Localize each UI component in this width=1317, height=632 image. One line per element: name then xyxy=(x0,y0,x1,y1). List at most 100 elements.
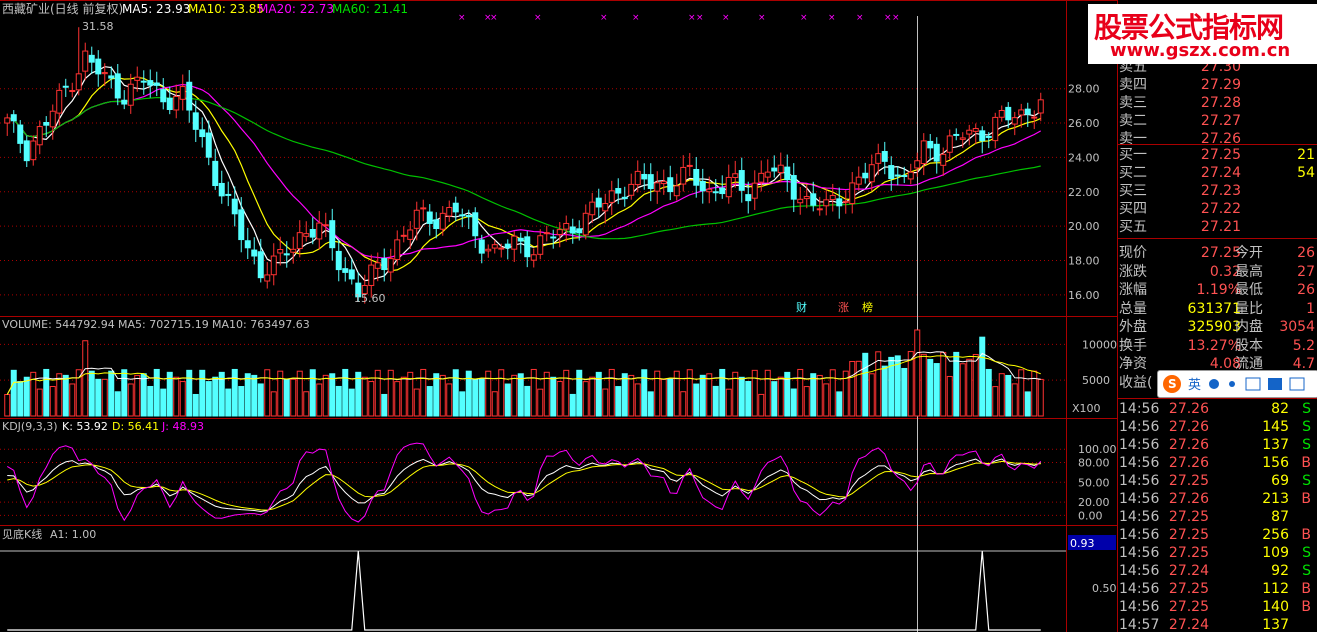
candle-body xyxy=(504,243,511,249)
tick-time: 14:57 xyxy=(1119,617,1160,632)
candle-body xyxy=(667,177,674,193)
bid-price: 27.21 xyxy=(1200,219,1241,235)
ime-toolbar[interactable]: S 英 xyxy=(1157,370,1317,398)
quote-label-2: 量比 xyxy=(1235,300,1263,317)
marker-cai: 财 xyxy=(796,300,807,314)
volume-bar xyxy=(712,385,719,417)
candle-body xyxy=(49,110,56,128)
tick-volume: 92 xyxy=(1271,563,1289,579)
tick-side: B xyxy=(1301,581,1311,597)
ask-price: 27.28 xyxy=(1200,95,1241,111)
volume-bar xyxy=(693,383,700,417)
ask-label: 卖四 xyxy=(1119,77,1147,93)
punct-icon[interactable] xyxy=(1229,381,1235,387)
tick-volume: 156 xyxy=(1262,455,1289,471)
volume-bar xyxy=(524,385,531,417)
candle-body xyxy=(550,236,557,239)
candle-body xyxy=(368,264,375,286)
quote-row: 涨跌 0.32 最高 27 xyxy=(1117,263,1317,281)
volume-unit: X100 xyxy=(1072,402,1101,415)
volume-bar xyxy=(576,369,583,417)
candle-body xyxy=(140,80,147,83)
skin-icon[interactable] xyxy=(1268,378,1282,390)
candle-body xyxy=(134,76,141,81)
volume-bar xyxy=(823,383,830,417)
ime-mode-icon[interactable]: 英 xyxy=(1188,378,1201,393)
x-marker: × xyxy=(458,13,466,23)
tick-side: S xyxy=(1302,563,1311,579)
candle-body xyxy=(680,166,687,185)
candle-body xyxy=(985,135,992,138)
tick-side: S xyxy=(1302,437,1311,453)
volume-bar xyxy=(602,388,609,417)
candle-body xyxy=(693,168,700,186)
candle-body xyxy=(348,269,355,280)
bid-row: 买三 27.23 xyxy=(1117,182,1317,200)
ma5-label: MA5: 23.93 xyxy=(122,2,190,16)
kline-chart[interactable]: × ×× × × × × × × × × × × × × 28.0026.0024.0022.0020.0… xyxy=(0,0,1117,632)
candle-body xyxy=(563,222,570,230)
bid-row: 买五 27.21 xyxy=(1117,218,1317,236)
candle-body xyxy=(17,124,24,144)
ma10-label: MA10: 23.85 xyxy=(188,2,264,16)
volume-bar xyxy=(550,376,557,417)
volume-bar xyxy=(849,360,856,417)
volume-bar xyxy=(381,393,388,417)
volume-bar xyxy=(881,365,888,417)
volume-ytick: 10000 xyxy=(1082,338,1117,351)
kdj-d-label: D: 56.41 xyxy=(112,420,159,433)
moon-icon[interactable] xyxy=(1209,379,1219,389)
bid-label: 买二 xyxy=(1119,165,1147,181)
price-ytick: 26.00 xyxy=(1068,117,1100,130)
quote-value-2: 5.2 xyxy=(1292,337,1315,354)
quote-label: 涨幅 xyxy=(1119,282,1147,298)
candle-body xyxy=(784,166,791,181)
volume-bar xyxy=(634,383,641,417)
candle-body xyxy=(777,164,784,174)
candle-body xyxy=(173,95,180,111)
candle-body xyxy=(894,174,901,177)
volume-bar xyxy=(4,394,11,417)
quote-label-2: 股本 xyxy=(1235,337,1263,354)
volume-bar xyxy=(660,378,667,417)
candle-body xyxy=(953,133,960,136)
candle-body xyxy=(225,193,232,196)
volume-bar xyxy=(160,388,167,417)
volume-bar xyxy=(322,374,329,417)
kdj-j-label: J: 48.93 xyxy=(161,420,204,433)
volume-bar xyxy=(582,381,589,417)
tick-time: 14:56 xyxy=(1119,419,1160,435)
volume-bar xyxy=(316,383,323,417)
tick-side: B xyxy=(1301,599,1311,615)
tick-price: 27.24 xyxy=(1168,617,1209,632)
volume-bar xyxy=(751,369,758,417)
candle-body xyxy=(745,194,752,202)
candle-body xyxy=(374,262,381,269)
ask-price: 27.27 xyxy=(1200,113,1241,129)
candle-body xyxy=(517,237,524,242)
volume-bar xyxy=(400,376,407,417)
candle-body xyxy=(810,193,817,206)
candle-body xyxy=(1018,109,1025,116)
watermark: 股票公式指标网 www.gszx.com.cn xyxy=(1088,4,1317,64)
volume-bar xyxy=(147,385,154,417)
candle-body xyxy=(82,50,89,72)
menu-icon[interactable] xyxy=(1289,377,1305,391)
candle-body xyxy=(1005,106,1012,121)
volume-bar xyxy=(173,376,180,417)
volume-bar xyxy=(134,374,141,417)
quote-label: 涨跌 xyxy=(1119,263,1147,280)
candle-body xyxy=(530,254,537,261)
volume-bar xyxy=(517,373,524,417)
volume-bar xyxy=(706,373,713,417)
volume-bar xyxy=(745,380,752,417)
kdj-ytick: 50.00 xyxy=(1078,476,1110,489)
tick-volume: 109 xyxy=(1262,545,1289,561)
keyboard-icon[interactable] xyxy=(1245,377,1261,391)
tick-time: 14:56 xyxy=(1119,563,1160,579)
candle-body xyxy=(842,200,849,203)
volume-bar xyxy=(452,369,459,417)
tick-price: 27.25 xyxy=(1168,545,1209,561)
tick-side: B xyxy=(1301,455,1311,471)
bid-label: 买五 xyxy=(1119,219,1147,235)
